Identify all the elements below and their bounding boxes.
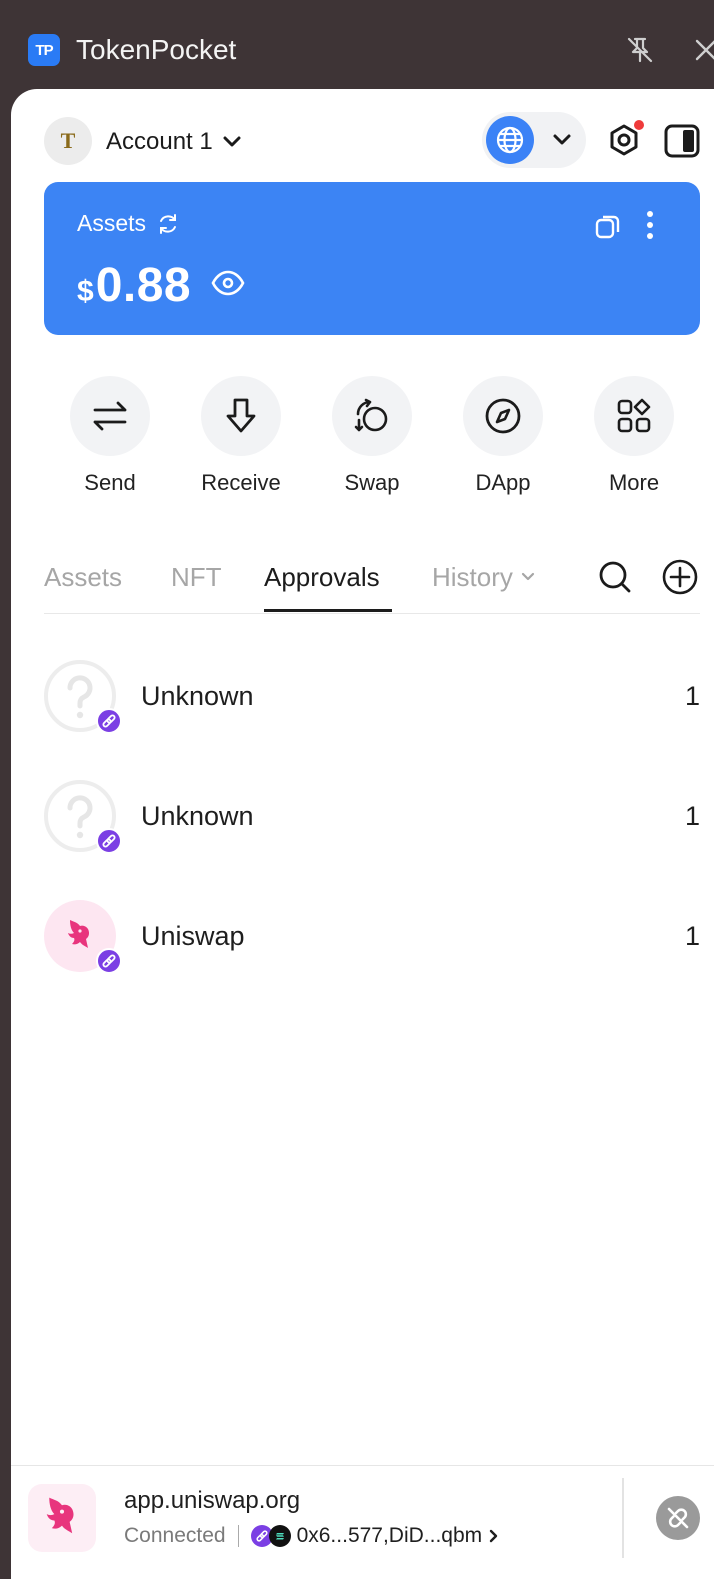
disconnect-link-icon[interactable]: [656, 1496, 700, 1540]
balance: $ 0.88: [77, 258, 191, 313]
balance-value: 0.88: [95, 259, 192, 312]
assets-label-text: Assets: [77, 210, 147, 236]
chevron-down-icon: [223, 136, 241, 147]
status-text: Connected: [124, 1524, 226, 1547]
close-icon[interactable]: [690, 34, 714, 66]
list-item[interactable]: Unknown 1: [44, 660, 700, 734]
list-item[interactable]: Uniswap 1: [44, 900, 700, 974]
tab-history-label: History: [432, 562, 513, 592]
send-button[interactable]: Send: [50, 376, 170, 496]
approval-count: 1: [684, 801, 700, 831]
token-name: Unknown: [141, 681, 254, 711]
dapp-url: app.uniswap.org: [124, 1487, 301, 1514]
send-label: Send: [84, 470, 136, 495]
uniswap-logo-icon: [28, 1484, 96, 1552]
refresh-icon[interactable]: [156, 212, 180, 236]
tokenpocket-logo-icon: TP: [28, 34, 60, 66]
chain-badge-icon: [96, 828, 122, 854]
token-name: Unknown: [141, 801, 254, 831]
assets-card: Assets $ 0.88: [44, 182, 700, 335]
arrow-down-icon: [226, 398, 256, 433]
dapp-button[interactable]: DApp: [443, 376, 563, 496]
account-avatar[interactable]: T: [44, 117, 92, 165]
more-vertical-icon[interactable]: [640, 208, 660, 242]
eye-icon[interactable]: [211, 270, 245, 296]
globe-icon[interactable]: [486, 116, 534, 164]
account-name: Account 1: [106, 128, 213, 155]
more-button[interactable]: More: [574, 376, 694, 496]
dapp-label: DApp: [475, 470, 531, 495]
approval-count: 1: [684, 681, 700, 711]
chain-badge-icon: [96, 708, 122, 734]
tab-history[interactable]: History: [432, 560, 535, 594]
tab-assets[interactable]: Assets: [44, 560, 122, 594]
connection-status[interactable]: Connected 0x6...577,DiD...qbm: [124, 1522, 500, 1550]
assets-label: Assets: [77, 210, 180, 237]
tab-approvals[interactable]: Approvals: [264, 560, 380, 594]
tab-nft[interactable]: NFT: [171, 560, 222, 594]
connection-bar: [11, 1465, 714, 1567]
add-circle-icon[interactable]: [661, 558, 699, 596]
transfer-arrows-icon: [93, 401, 127, 431]
connected-addresses: 0x6...577,DiD...qbm: [296, 1524, 483, 1547]
chain-badge-icon: [96, 948, 122, 974]
chevron-down-icon[interactable]: [550, 128, 574, 152]
solana-chain-icon: [268, 1525, 291, 1547]
receive-button[interactable]: Receive: [181, 376, 301, 496]
token-name: Uniswap: [141, 921, 245, 951]
swap-label: Swap: [344, 470, 400, 495]
approval-count: 1: [684, 921, 700, 951]
receive-label: Receive: [201, 470, 281, 495]
divider: [237, 1525, 239, 1547]
currency-symbol: $: [77, 275, 94, 308]
footer-divider: [622, 1478, 624, 1558]
unpin-icon[interactable]: [624, 34, 656, 66]
list-item[interactable]: Unknown 1: [44, 780, 700, 854]
window-title: TokenPocket: [76, 34, 237, 65]
more-label: More: [608, 470, 660, 495]
swap-icon: [354, 398, 388, 432]
grid-icon: [617, 398, 651, 433]
notification-dot: [634, 120, 644, 130]
tab-divider: [44, 613, 700, 614]
compass-icon: [485, 398, 521, 434]
search-icon[interactable]: [596, 558, 634, 596]
account-selector[interactable]: Account 1: [106, 126, 241, 158]
copy-icon[interactable]: [594, 212, 622, 240]
chevron-down-icon: [521, 572, 535, 581]
side-panel-icon[interactable]: [664, 124, 700, 158]
chevron-right-icon: [489, 1529, 498, 1543]
window-titlebar: TP TokenPocket: [0, 0, 714, 90]
swap-button[interactable]: Swap: [312, 376, 432, 496]
active-tab-indicator: [264, 609, 392, 612]
